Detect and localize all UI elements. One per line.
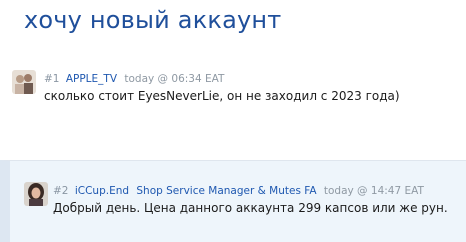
post-timestamp: today @ 06:34 EAT: [124, 73, 225, 85]
avatar[interactable]: [12, 70, 36, 94]
post-author-link[interactable]: iCCup.End: [75, 185, 129, 197]
avatar-image-icon: [12, 70, 36, 94]
post-number[interactable]: #1: [44, 73, 59, 85]
post-timestamp: today @ 14:47 EAT: [323, 185, 424, 197]
post-message: Добрый день. Цена данного аккаунта 299 к…: [53, 201, 448, 215]
user-title-link[interactable]: Shop Service Manager & Mutes FA: [136, 185, 316, 197]
avatar[interactable]: [24, 182, 48, 206]
post: #2 iCCup.End Shop Service Manager & Mute…: [0, 160, 466, 242]
page-title: хочу новый аккаунт: [24, 6, 282, 34]
post-number[interactable]: #2: [53, 185, 68, 197]
post-message: сколько стоит EyesNeverLie, он не заходи…: [44, 89, 400, 103]
post-meta: #2 iCCup.End Shop Service Manager & Mute…: [53, 185, 424, 197]
post: #1 APPLE_TV today @ 06:34 EAT сколько ст…: [0, 62, 466, 120]
avatar-image-icon: [24, 182, 48, 206]
post-author-link[interactable]: APPLE_TV: [66, 73, 117, 85]
post-meta: #1 APPLE_TV today @ 06:34 EAT: [44, 73, 224, 85]
